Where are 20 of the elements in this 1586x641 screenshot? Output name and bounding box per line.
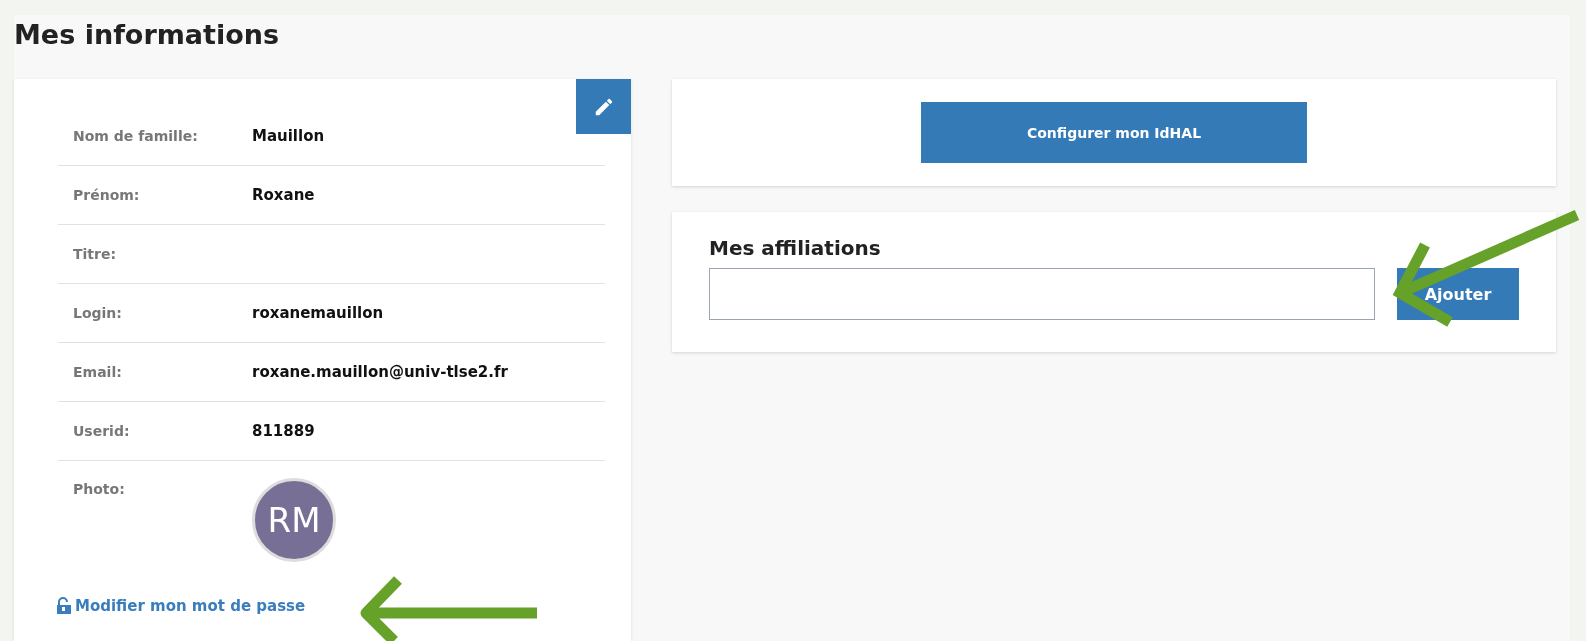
field-label: Nom de famille: [72,128,199,144]
field-label: Login: [72,305,123,321]
configure-idhal-button[interactable]: Configurer mon IdHAL [921,102,1307,163]
field-label: Titre: [72,246,118,262]
affiliation-input[interactable] [709,268,1375,320]
lock-icon [56,597,72,615]
field-label: Userid: [72,423,131,439]
avatar: RM [252,478,336,562]
field-value: 811889 [252,422,315,440]
field-value: Roxane [252,186,315,204]
field-label: Email: [72,364,123,380]
section-title: Mes affiliations [709,236,882,260]
edit-button[interactable] [576,79,631,134]
page-title: Mes informations [14,18,281,52]
field-label: Photo: [72,480,126,497]
field-value: roxane.mauillon@univ-tlse2.fr [252,363,508,381]
change-password-link[interactable]: Modifier mon mot de passe [56,597,306,615]
field-value: Mauillon [252,127,325,145]
field-value: roxanemauillon [252,304,384,322]
field-label: Prénom: [72,187,141,203]
